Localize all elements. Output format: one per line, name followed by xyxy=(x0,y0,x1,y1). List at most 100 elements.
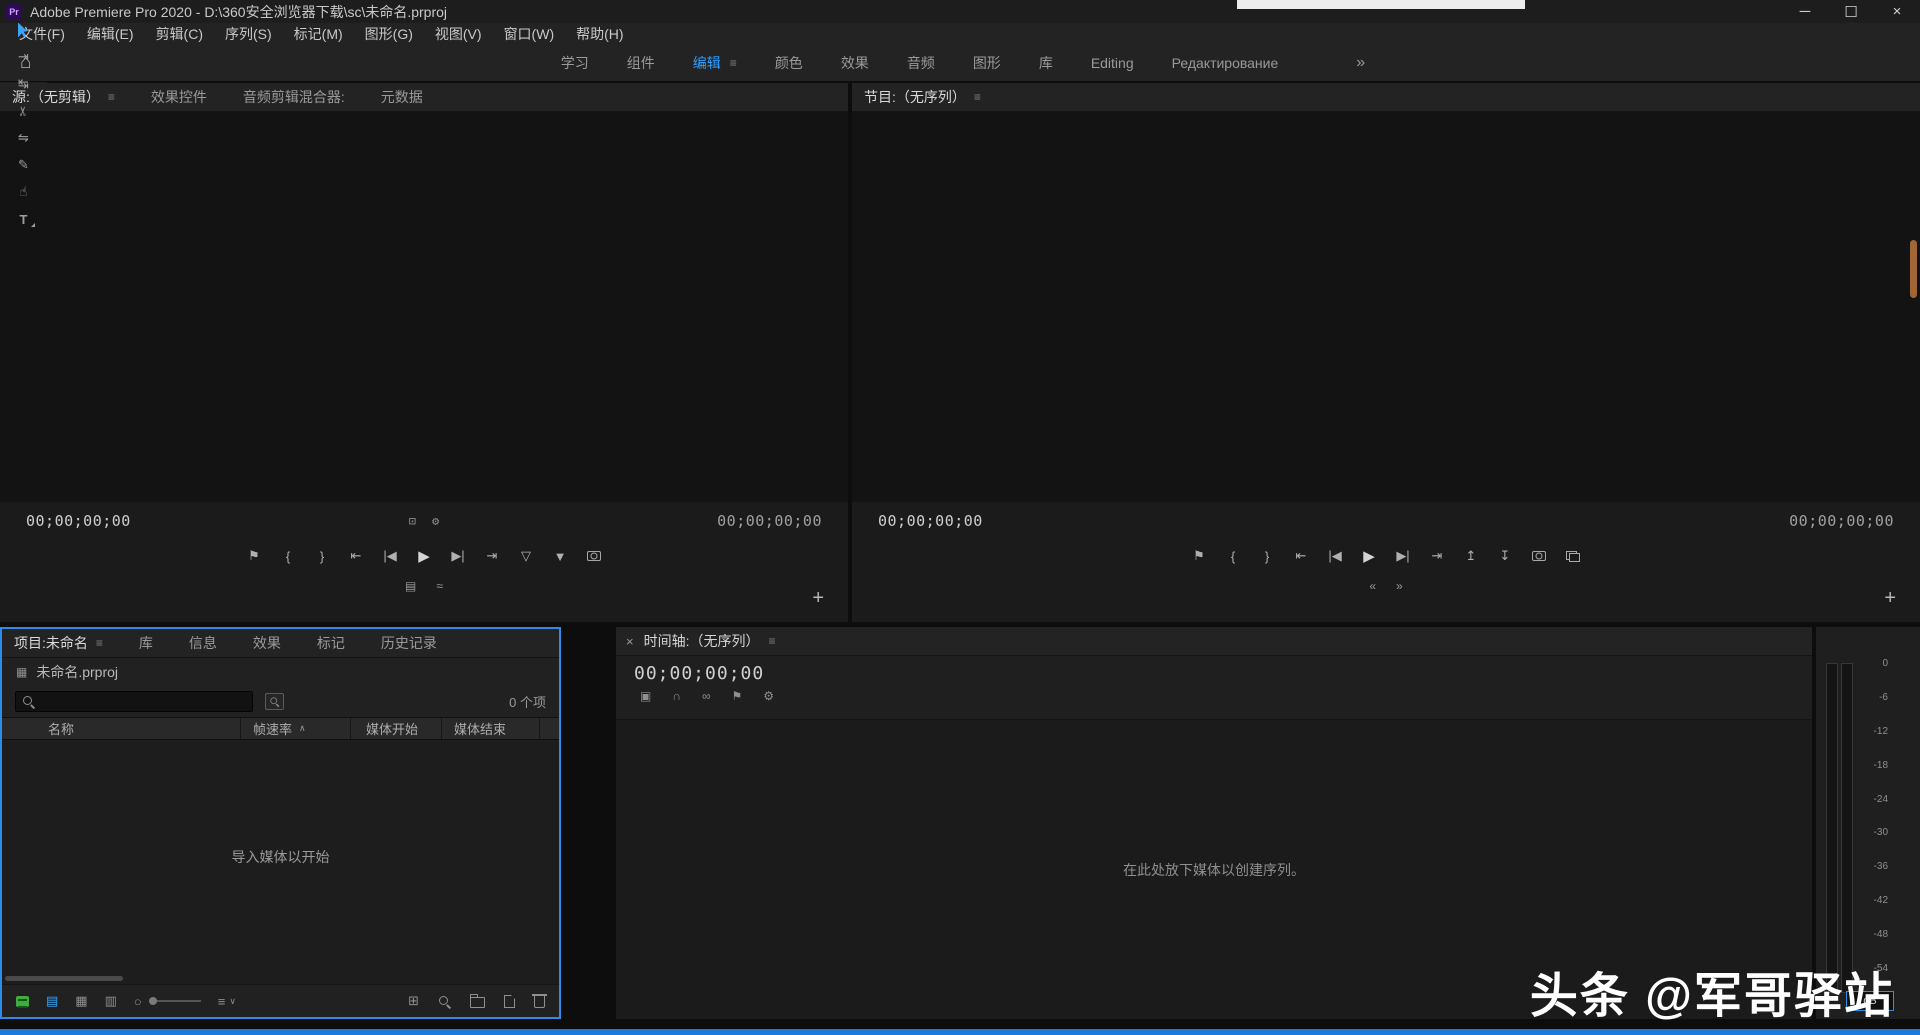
zoom-slider[interactable]: ○ xyxy=(134,994,201,1009)
scrollbar-thumb[interactable] xyxy=(5,976,123,981)
extract-button[interactable]: ↧ xyxy=(1496,548,1514,564)
hand-tool[interactable]: ☝ xyxy=(15,184,33,200)
workspace-tab-assembly[interactable]: 组件 xyxy=(611,53,671,73)
icon-view-button[interactable]: ▦ xyxy=(75,993,87,1009)
workspace-tab-learning[interactable]: 学习 xyxy=(545,53,605,73)
timeline-close-button[interactable]: × xyxy=(626,634,634,649)
tab-markers[interactable]: 标记 xyxy=(317,633,345,653)
slip-tool[interactable]: ⇋ xyxy=(15,130,33,146)
go-to-in-button[interactable]: ⇤ xyxy=(347,548,365,564)
export-frame-button[interactable] xyxy=(585,551,603,561)
step-forward-button[interactable]: ▶| xyxy=(1394,548,1412,564)
menu-markers[interactable]: 标记(M) xyxy=(283,24,354,44)
zoom-slider-track[interactable] xyxy=(149,1000,201,1002)
menu-graphics[interactable]: 图形(G) xyxy=(354,24,424,44)
horizontal-scrollbar[interactable] xyxy=(2,974,559,984)
go-to-out-button[interactable]: ⇥ xyxy=(1428,548,1446,564)
find-button[interactable] xyxy=(438,995,451,1008)
zoom-slider-thumb[interactable] xyxy=(149,997,157,1005)
menu-edit[interactable]: 编辑(E) xyxy=(76,24,145,44)
source-timecode-current[interactable]: 00;00;00;00 xyxy=(26,512,131,530)
sort-icons-button[interactable]: ≡ ∨ xyxy=(218,994,236,1009)
selection-tool[interactable] xyxy=(15,22,33,38)
timeline-settings-icon[interactable]: ⚙ xyxy=(763,689,774,703)
automate-to-sequence-button[interactable]: ⊞ xyxy=(408,993,419,1009)
razor-tool[interactable]: ✂ xyxy=(15,103,33,119)
new-bin-button[interactable] xyxy=(470,997,485,1008)
panel-scrollbar[interactable] xyxy=(1910,240,1917,298)
workspace-tab-effects[interactable]: 效果 xyxy=(825,53,885,73)
workspace-menu-icon[interactable]: ≡ xyxy=(730,56,737,70)
tab-effect-controls[interactable]: 效果控件 xyxy=(151,87,207,107)
track-select-tool[interactable]: ⇥ xyxy=(15,49,33,65)
menu-clip[interactable]: 剪辑(C) xyxy=(145,24,214,44)
tab-history[interactable]: 历史记录 xyxy=(381,633,437,653)
close-button[interactable]: × xyxy=(1874,0,1920,23)
lift-button[interactable]: ↥ xyxy=(1462,548,1480,564)
go-to-out-button[interactable]: ⇥ xyxy=(483,548,501,564)
add-marker-button[interactable]: ⚑ xyxy=(245,548,263,564)
add-marker-button[interactable]: ⚑ xyxy=(1190,548,1208,564)
panel-menu-icon[interactable]: ≡ xyxy=(974,90,981,104)
play-button[interactable]: ▶ xyxy=(415,547,433,565)
tab-audio-clip-mixer[interactable]: 音频剪辑混合器: xyxy=(243,87,345,107)
menu-view[interactable]: 视图(V) xyxy=(424,24,493,44)
button-editor-button[interactable]: + xyxy=(1884,587,1896,610)
snap-magnet-icon[interactable]: ∩ xyxy=(672,689,681,703)
workspace-tab-audio[interactable]: 音频 xyxy=(891,53,951,73)
tab-metadata[interactable]: 元数据 xyxy=(381,87,423,107)
workspace-tab-editing-ru[interactable]: Редактирование xyxy=(1156,55,1295,71)
tab-program[interactable]: 节目:（无序列） ≡ xyxy=(864,87,981,107)
tab-effects[interactable]: 效果 xyxy=(253,633,281,653)
zoom-level-icon[interactable]: ⊡ xyxy=(409,514,416,528)
step-forward-button[interactable]: ▶| xyxy=(449,548,467,564)
new-item-button[interactable] xyxy=(504,995,515,1008)
panel-menu-icon[interactable]: ≡ xyxy=(96,636,103,650)
menu-sequence[interactable]: 序列(S) xyxy=(214,24,283,44)
column-media-start[interactable]: 媒体开始 xyxy=(350,718,441,739)
linked-selection-icon[interactable]: ∞ xyxy=(702,689,711,703)
pen-tool[interactable]: ✎ xyxy=(15,157,33,173)
secondary-left-icon[interactable]: « xyxy=(1369,579,1376,593)
workspace-tab-libraries[interactable]: 库 xyxy=(1023,53,1069,73)
button-editor-button[interactable]: + xyxy=(812,587,824,610)
step-back-button[interactable]: |◀ xyxy=(1326,548,1344,564)
column-media-end[interactable]: 媒体结束 xyxy=(441,718,540,739)
mark-in-button[interactable]: { xyxy=(279,549,297,564)
mark-in-button[interactable]: { xyxy=(1224,549,1242,564)
menu-window[interactable]: 窗口(W) xyxy=(493,24,566,44)
source-viewer[interactable] xyxy=(0,112,848,502)
drag-audio-icon[interactable]: ≈ xyxy=(436,579,443,593)
project-writable-icon[interactable] xyxy=(16,996,29,1007)
overwrite-button[interactable]: ▼ xyxy=(551,549,569,564)
secondary-right-icon[interactable]: » xyxy=(1396,579,1403,593)
play-button[interactable]: ▶ xyxy=(1360,547,1378,565)
export-frame-button[interactable] xyxy=(1530,551,1548,561)
nest-toggle-icon[interactable]: ▣ xyxy=(640,689,651,703)
add-marker-icon[interactable]: ⚑ xyxy=(732,689,743,703)
panel-menu-icon[interactable]: ≡ xyxy=(768,634,775,648)
panel-menu-icon[interactable]: ≡ xyxy=(108,90,115,104)
column-frame-rate[interactable]: 帧速率 ∧ xyxy=(240,718,350,739)
program-viewer[interactable] xyxy=(852,112,1920,502)
maximize-button[interactable]: ☐ xyxy=(1828,0,1874,23)
menu-help[interactable]: 帮助(H) xyxy=(565,24,634,44)
comparison-view-button[interactable] xyxy=(1564,551,1582,562)
project-media-area[interactable]: 导入媒体以开始 xyxy=(2,740,559,974)
workspace-overflow-icon[interactable]: » xyxy=(1346,54,1375,72)
tab-info[interactable]: 信息 xyxy=(189,633,217,653)
tab-libraries[interactable]: 库 xyxy=(139,633,153,653)
program-timecode-current[interactable]: 00;00;00;00 xyxy=(878,512,983,530)
step-back-button[interactable]: |◀ xyxy=(381,548,399,564)
search-input[interactable] xyxy=(41,694,246,709)
ripple-edit-tool[interactable]: ↹ xyxy=(15,76,33,92)
monitor-settings-icon[interactable]: ⚙ xyxy=(432,514,439,528)
mark-out-button[interactable]: } xyxy=(1258,549,1276,564)
new-search-bin-icon[interactable] xyxy=(265,693,284,710)
list-view-button[interactable]: ▤ xyxy=(46,993,58,1009)
tab-timeline[interactable]: 时间轴:（无序列） ≡ xyxy=(644,631,776,651)
insert-button[interactable]: ▽ xyxy=(517,548,535,564)
type-tool[interactable]: T xyxy=(15,211,33,227)
workspace-tab-editing[interactable]: 编辑 ≡ xyxy=(677,53,753,73)
timeline-timecode[interactable]: 00;00;00;00 xyxy=(634,663,1812,684)
